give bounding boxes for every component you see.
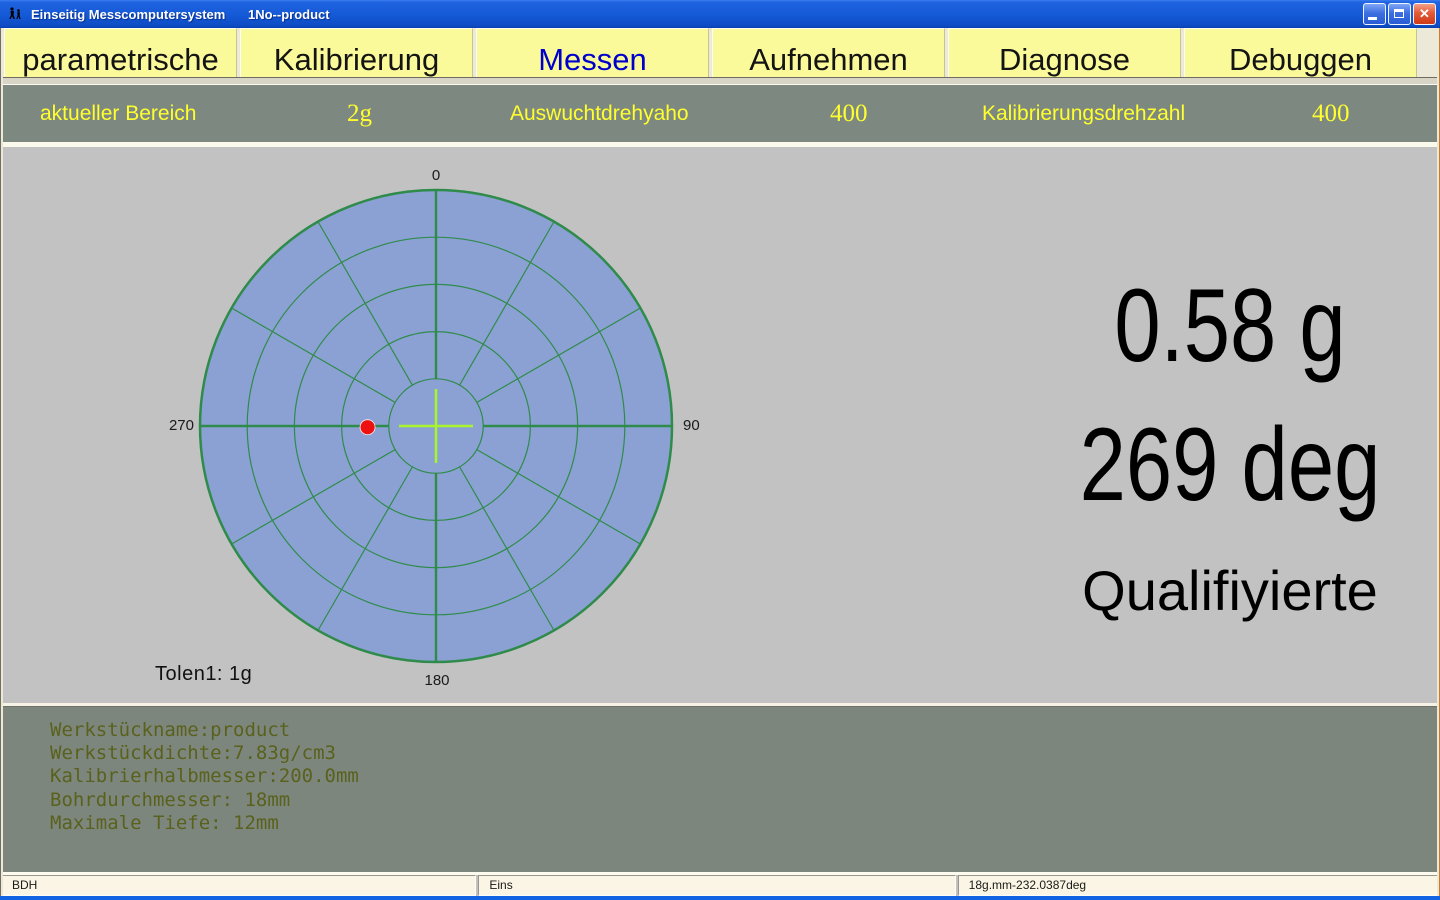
calibration-speed-value: 400 bbox=[1312, 85, 1350, 142]
tab-aufnehmen[interactable]: Aufnehmen bbox=[712, 28, 945, 77]
unbalance-amount: 0.58 g bbox=[1062, 274, 1398, 378]
tab-parametrische[interactable]: parametrische bbox=[4, 28, 237, 77]
divider-groove bbox=[0, 77, 1440, 85]
tab-messen[interactable]: Messen bbox=[476, 28, 709, 77]
polar-label-270: 270 bbox=[169, 417, 194, 434]
app-window: Einseitig Messcomputersystem 1No--produc… bbox=[0, 0, 1440, 900]
balancing-speed-label: Auswuchtdrehyaho bbox=[510, 85, 689, 142]
tab-bar: parametrische Kalibrierung Messen Aufneh… bbox=[0, 28, 1440, 77]
unbalance-point bbox=[360, 420, 375, 435]
max-depth-line: Maximale Tiefe: 12mm bbox=[50, 812, 1440, 835]
polar-label-90: 90 bbox=[683, 417, 700, 434]
status-cell-mode: Eins bbox=[478, 875, 955, 896]
workpiece-name-line: Werkstückname:product bbox=[50, 719, 1440, 742]
polar-label-180: 180 bbox=[424, 672, 449, 689]
tab-kalibrierung[interactable]: Kalibrierung bbox=[240, 28, 473, 77]
info-bar: aktueller Bereich 2g Auswuchtdrehyaho 40… bbox=[0, 85, 1440, 142]
calibration-radius-line: Kalibrierhalbmesser:200.0mm bbox=[50, 765, 1440, 788]
restore-button[interactable] bbox=[1388, 3, 1411, 25]
unbalance-angle: 269 deg bbox=[1062, 413, 1398, 517]
window-left-border bbox=[0, 28, 3, 896]
restore-icon bbox=[1394, 9, 1404, 18]
app-icon bbox=[5, 4, 25, 24]
current-range-value: 2g bbox=[347, 85, 372, 142]
close-button[interactable]: ✕ bbox=[1413, 3, 1436, 25]
status-cell-reading: 18g.mm-232.0387deg bbox=[958, 875, 1438, 896]
current-range-label: aktueller Bereich bbox=[40, 85, 196, 142]
status-bar: BDH Eins 18g.mm-232.0387deg bbox=[1, 875, 1438, 896]
tolerance-label: Tolen1: 1g bbox=[155, 663, 252, 686]
qualification-status: Qualifiyierte bbox=[1020, 563, 1440, 619]
minimize-button[interactable] bbox=[1363, 3, 1386, 25]
title-bar[interactable]: Einseitig Messcomputersystem 1No--produc… bbox=[0, 0, 1440, 28]
window-controls: ✕ bbox=[1363, 3, 1436, 25]
tab-debuggen[interactable]: Debuggen bbox=[1184, 28, 1417, 77]
polar-label-0: 0 bbox=[432, 167, 440, 184]
minimize-icon bbox=[1368, 17, 1377, 20]
measurement-area: 0 90 180 270 Tolen1: 1g 0.58 g 269 deg Q… bbox=[0, 147, 1440, 703]
tab-diagnose[interactable]: Diagnose bbox=[948, 28, 1181, 77]
window-subtitle: 1No--product bbox=[248, 7, 330, 22]
polar-chart: 0 90 180 270 bbox=[156, 161, 716, 691]
calibration-speed-label: Kalibrierungsdrehzahl bbox=[982, 85, 1185, 142]
window-title: Einseitig Messcomputersystem bbox=[31, 7, 225, 22]
workpiece-density-line: Werkstückdichte:7.83g/cm3 bbox=[50, 742, 1440, 765]
bore-diameter-line: Bohrdurchmesser: 18mm bbox=[50, 789, 1440, 812]
status-cell-operator: BDH bbox=[1, 875, 476, 896]
measurement-readout: 0.58 g 269 deg Qualifiyierte bbox=[1020, 147, 1440, 703]
workpiece-panel: Werkstückname:product Werkstückdichte:7.… bbox=[0, 706, 1440, 872]
window-bottom-border bbox=[0, 896, 1440, 900]
balancing-speed-value: 400 bbox=[830, 85, 868, 142]
